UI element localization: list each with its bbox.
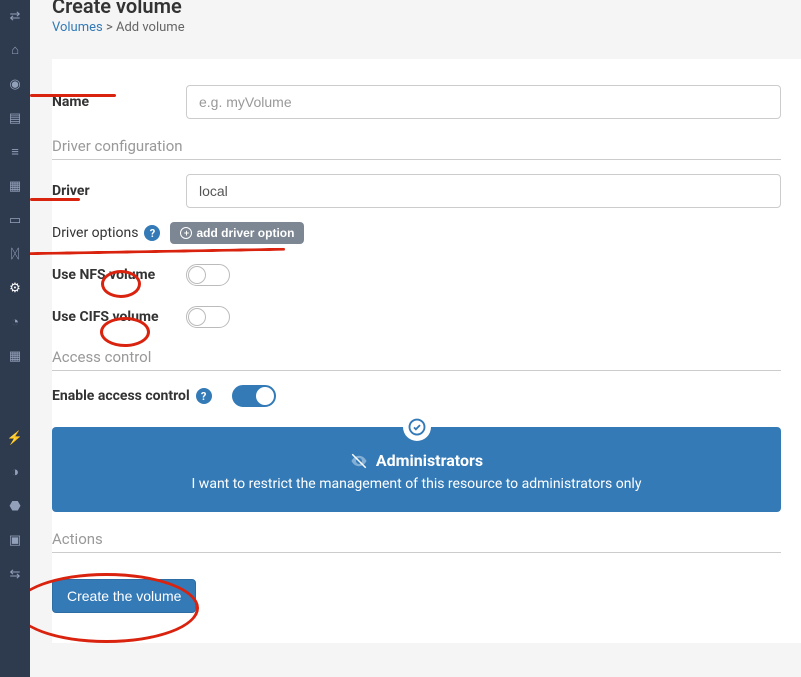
help-icon[interactable]: ? (144, 225, 160, 241)
check-badge-icon (403, 413, 431, 441)
driver-options-text: Driver options (52, 225, 138, 241)
section-driver-config: Driver configuration (52, 137, 781, 160)
cifs-toggle[interactable] (186, 306, 230, 328)
users-icon[interactable]: ◑ (7, 464, 23, 480)
breadcrumb-current: Add volume (116, 20, 185, 35)
row-cifs: Use CIFS volume (52, 306, 781, 328)
endpoints-icon[interactable]: ⬣ (7, 498, 23, 514)
network-icon[interactable]: ᛞ (7, 246, 23, 262)
sidebar: ⇄ ⌂ ◉ ▤ ≡ ▦ ▭ ᛞ ⚙ ◔ ▦ ⚡ ◑ ⬣ ▣ ⇆ (0, 0, 30, 677)
access-box[interactable]: Administrators I want to restrict the ma… (52, 427, 781, 512)
name-input[interactable] (186, 85, 781, 119)
logo-icon[interactable]: ⇄ (7, 8, 23, 24)
home-icon[interactable]: ⌂ (7, 42, 23, 58)
row-name: Name (52, 85, 781, 119)
section-access-control: Access control (52, 348, 781, 371)
row-nfs: Use NFS volume (52, 264, 781, 286)
eye-slash-icon (350, 452, 368, 470)
access-box-title-text: Administrators (376, 451, 483, 470)
cifs-label: Use CIFS volume (52, 309, 186, 325)
row-driver: Driver (52, 174, 781, 208)
name-label: Name (52, 94, 186, 110)
row-access-toggle: Enable access control ? (52, 385, 781, 407)
add-option-label: add driver option (196, 226, 294, 240)
driver-options-label: Driver options ? (52, 225, 160, 241)
breadcrumb-sep: > (103, 20, 116, 35)
images-icon[interactable]: ▭ (7, 212, 23, 228)
form-panel: Name Driver configuration Driver Driver … (52, 59, 801, 643)
section-actions: Actions (52, 530, 781, 553)
host-icon[interactable]: ▦ (7, 348, 23, 364)
create-volume-button[interactable]: Create the volume (52, 579, 196, 613)
breadcrumb-link-volumes[interactable]: Volumes (52, 20, 103, 35)
access-toggle[interactable] (232, 385, 276, 407)
help-icon[interactable]: ? (196, 388, 212, 404)
breadcrumb: Volumes > Add volume (52, 20, 801, 35)
nfs-toggle[interactable] (186, 264, 230, 286)
extensions-icon[interactable]: ⚡ (7, 430, 23, 446)
access-box-desc: I want to restrict the management of thi… (72, 476, 761, 492)
events-icon[interactable]: ◔ (7, 314, 23, 330)
access-toggle-label: Enable access control ? (52, 388, 212, 404)
stacks-icon[interactable]: ▦ (7, 178, 23, 194)
main-content: Create volume Volumes > Add volume Name … (30, 0, 801, 677)
containers-icon[interactable]: ▤ (7, 110, 23, 126)
driver-label: Driver (52, 183, 186, 199)
driver-input[interactable] (186, 174, 781, 208)
list-icon[interactable]: ≡ (7, 144, 23, 160)
plus-icon: + (180, 227, 192, 239)
registries-icon[interactable]: ▣ (7, 532, 23, 548)
volumes-icon[interactable]: ⚙ (7, 280, 23, 296)
settings-icon[interactable]: ⇆ (7, 566, 23, 582)
nfs-label: Use NFS volume (52, 267, 186, 283)
access-toggle-text: Enable access control (52, 388, 190, 404)
dashboard-icon[interactable]: ◉ (7, 76, 23, 92)
page-title: Create volume (52, 0, 801, 18)
row-driver-options: Driver options ? + add driver option (52, 222, 781, 244)
spacer (7, 382, 23, 412)
add-driver-option-button[interactable]: + add driver option (170, 222, 304, 244)
access-box-title: Administrators (350, 451, 483, 470)
